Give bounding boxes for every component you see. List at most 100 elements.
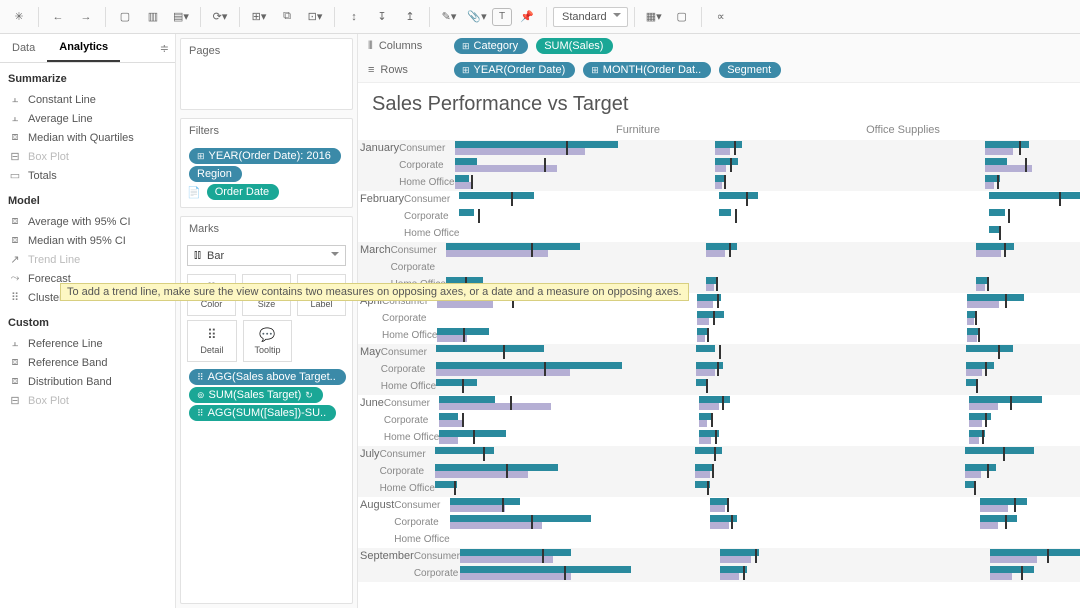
- band-icon: ⧈: [8, 131, 22, 144]
- month-label: August: [358, 497, 394, 548]
- filters-shelf[interactable]: Filters ⊞YEAR(Order Date): 2016Region📄Or…: [180, 118, 353, 208]
- band-icon: ⧈: [8, 215, 22, 228]
- showme-icon[interactable]: ▦▾: [641, 4, 667, 30]
- share-icon[interactable]: ∝: [708, 4, 734, 30]
- segment-label: Corporate: [380, 463, 435, 480]
- new-sheet-icon[interactable]: ▤▾: [168, 4, 194, 30]
- context-icon: 📄: [187, 186, 201, 199]
- fit-dropdown[interactable]: Standard: [553, 7, 628, 27]
- refresh-icon[interactable]: ⟳▾: [207, 4, 233, 30]
- pill[interactable]: ⠿AGG(Sales above Target..: [189, 369, 346, 385]
- rows-shelf[interactable]: ≡Rows ⊞YEAR(Order Date)⊞MONTH(Order Dat.…: [358, 58, 1080, 82]
- pill[interactable]: Region: [189, 166, 242, 182]
- pill[interactable]: ⊚SUM(Sales Target)↻: [189, 387, 323, 403]
- logo-icon[interactable]: ✳: [6, 4, 32, 30]
- month-label: September: [358, 548, 414, 582]
- segment-label: Home Office: [382, 327, 437, 344]
- segment-label: Consumer: [384, 395, 439, 412]
- present-icon[interactable]: ▢: [669, 4, 695, 30]
- analytics-totals[interactable]: ▭Totals: [0, 166, 175, 185]
- analytics-box-plot-2: ⊟Box Plot: [0, 391, 175, 410]
- column-header: Technology: [1038, 120, 1080, 140]
- sort-asc-icon[interactable]: ↕: [341, 4, 367, 30]
- month-label: July: [358, 446, 380, 497]
- box-icon: ⊟: [8, 150, 22, 163]
- summarize-heading: Summarize: [0, 63, 175, 90]
- analytics-average-line[interactable]: ⫠Average Line: [0, 109, 175, 128]
- back-icon[interactable]: ←: [45, 4, 71, 30]
- segment-label: Corporate: [399, 157, 454, 174]
- line-icon: ⫠: [8, 93, 22, 106]
- segment-label: Consumer: [399, 140, 454, 157]
- segment-label: Consumer: [381, 344, 436, 361]
- panel-menu-icon[interactable]: ≑: [154, 42, 175, 55]
- viz-title: Sales Performance vs Target: [358, 83, 1080, 120]
- columns-shelf[interactable]: ⦀Columns ⊞CategorySUM(Sales): [358, 34, 1080, 58]
- analytics-median-quartiles[interactable]: ⧈Median with Quartiles: [0, 128, 175, 147]
- band-icon: ⧈: [8, 375, 22, 388]
- pill[interactable]: ⠿AGG(SUM([Sales])-SU..: [189, 405, 336, 421]
- column-header: Office Supplies: [768, 120, 1038, 140]
- dup-icon[interactable]: ⧉: [274, 4, 300, 30]
- pill[interactable]: ⊞YEAR(Order Date): 2016: [189, 148, 341, 164]
- line-icon: ⫠: [8, 337, 22, 350]
- analytics-ref-line[interactable]: ⫠Reference Line: [0, 334, 175, 353]
- text-icon[interactable]: T: [492, 8, 512, 26]
- viz-canvas[interactable]: JanuaryConsumerCorporateHome OfficeFebru…: [358, 140, 1080, 608]
- month-label: January: [358, 140, 399, 191]
- band-icon: ⧈: [8, 356, 22, 369]
- cards-pane: Pages Filters ⊞YEAR(Order Date): 2016Reg…: [176, 34, 358, 608]
- new-data-icon[interactable]: ▥: [140, 4, 166, 30]
- segment-label: Home Office: [404, 225, 459, 242]
- column-header: Furniture: [508, 120, 768, 140]
- trend-icon: ↗: [8, 253, 22, 266]
- analytics-dist-band[interactable]: ⧈Distribution Band: [0, 372, 175, 391]
- pill[interactable]: ⊞MONTH(Order Dat..: [583, 62, 711, 78]
- highlight-icon[interactable]: ✎▾: [436, 4, 462, 30]
- bar-icon: ⫾⫾: [194, 249, 201, 262]
- clear-icon[interactable]: ⊡▾: [302, 4, 328, 30]
- segment-label: Corporate: [391, 259, 446, 276]
- pill[interactable]: ⊞Category: [454, 38, 528, 54]
- sort-icon[interactable]: ↥: [397, 4, 423, 30]
- attach-icon[interactable]: 📎▾: [464, 4, 490, 30]
- tab-analytics[interactable]: Analytics: [47, 34, 120, 62]
- forecast-icon: ⤳: [8, 272, 22, 285]
- pages-shelf[interactable]: Pages: [180, 38, 353, 110]
- pin-icon[interactable]: 📌: [514, 4, 540, 30]
- save-icon[interactable]: ▢: [112, 4, 138, 30]
- forward-icon[interactable]: →: [73, 4, 99, 30]
- model-heading: Model: [0, 185, 175, 212]
- trend-line-tooltip: To add a trend line, make sure the view …: [60, 283, 689, 301]
- box-icon: ⊟: [8, 394, 22, 407]
- analytics-avg-ci[interactable]: ⧈Average with 95% CI: [0, 212, 175, 231]
- rows-icon: ≡: [368, 64, 374, 76]
- analytics-box-plot: ⊟Box Plot: [0, 147, 175, 166]
- month-label: May: [358, 344, 381, 395]
- pill[interactable]: Order Date: [207, 184, 279, 200]
- toolbar: ✳ ← → ▢ ▥ ▤▾ ⟳▾ ⊞▾ ⧉ ⊡▾ ↕ ↧ ↥ ✎▾ 📎▾ T 📌 …: [0, 0, 1080, 34]
- analytics-trend-line: ↗Trend Line: [0, 250, 175, 269]
- marks-type-dropdown[interactable]: ⫾⫾Bar: [187, 245, 346, 266]
- segment-label: Corporate: [404, 208, 459, 225]
- tab-data[interactable]: Data: [0, 35, 47, 61]
- segment-label: Home Office: [384, 429, 439, 446]
- analytics-constant-line[interactable]: ⫠Constant Line: [0, 90, 175, 109]
- segment-label: Corporate: [394, 514, 449, 531]
- analytics-ref-band[interactable]: ⧈Reference Band: [0, 353, 175, 372]
- segment-label: Home Office: [381, 378, 436, 395]
- segment-label: Home Office: [380, 480, 435, 497]
- swap-icon[interactable]: ⊞▾: [246, 4, 272, 30]
- month-label: June: [358, 395, 384, 446]
- pill[interactable]: Segment: [719, 62, 781, 78]
- pill[interactable]: ⊞YEAR(Order Date): [454, 62, 575, 78]
- segment-label: Corporate: [382, 310, 437, 327]
- marks-detail-button[interactable]: ⠿Detail: [187, 320, 237, 362]
- pill[interactable]: SUM(Sales): [536, 38, 613, 54]
- band-icon: ⧈: [8, 234, 22, 247]
- segment-label: Home Office: [394, 531, 449, 548]
- marks-card: Marks ⫾⫾Bar ⠿Color◯SizeTLabel ⠿Detail💬To…: [180, 216, 353, 604]
- marks-tooltip-button[interactable]: 💬Tooltip: [243, 320, 293, 362]
- sort-desc-icon[interactable]: ↧: [369, 4, 395, 30]
- analytics-median-ci[interactable]: ⧈Median with 95% CI: [0, 231, 175, 250]
